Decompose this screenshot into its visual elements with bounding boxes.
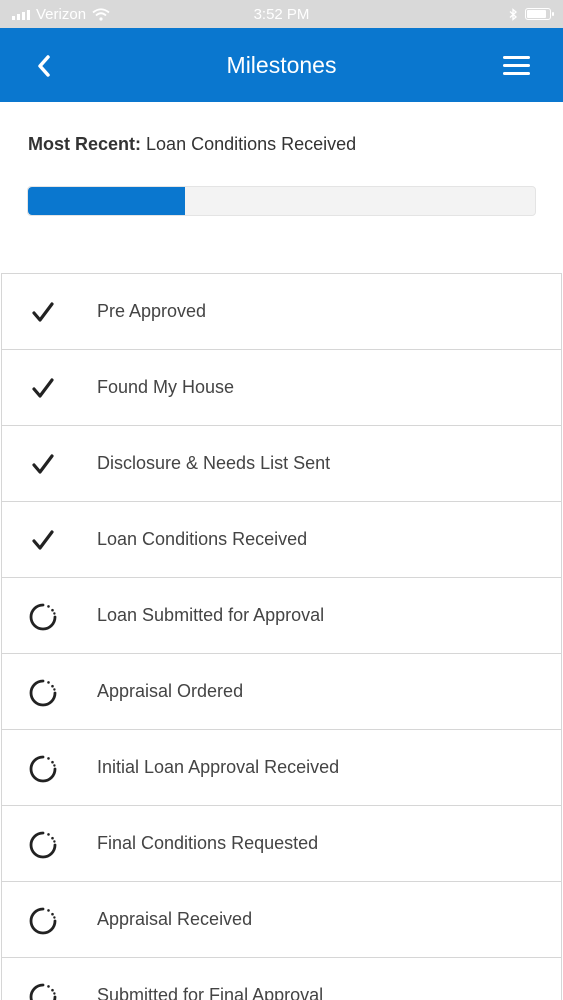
- milestone-label: Initial Loan Approval Received: [97, 757, 340, 777]
- checkmark-icon: [28, 374, 58, 404]
- nav-bar: Milestones: [0, 28, 563, 102]
- chevron-left-icon: [38, 55, 50, 77]
- milestone-item[interactable]: Appraisal Ordered: [1, 654, 562, 730]
- most-recent-value: Loan Conditions Received: [146, 134, 357, 154]
- milestone-label: Loan Conditions Received: [97, 529, 308, 549]
- status-left: Verizon: [12, 6, 110, 23]
- pending-spinner-icon: [28, 602, 58, 632]
- progress-bar: [27, 186, 536, 216]
- pending-spinner-icon: [28, 982, 58, 1000]
- status-bar: Verizon 3:52 PM: [0, 0, 563, 28]
- milestone-label: Appraisal Ordered: [97, 681, 244, 701]
- signal-icon: [12, 8, 30, 20]
- milestone-label: Found My House: [97, 377, 235, 397]
- pending-spinner-icon: [28, 678, 58, 708]
- checkmark-icon: [28, 450, 58, 480]
- checkmark-icon: [28, 526, 58, 556]
- milestone-item[interactable]: Initial Loan Approval Received: [1, 730, 562, 806]
- milestone-label: Appraisal Received: [97, 909, 253, 929]
- battery-icon: [525, 8, 554, 20]
- milestone-list: Pre Approved Found My House Disclosure & N…: [1, 273, 562, 1000]
- milestone-label: Disclosure & Needs List Sent: [97, 453, 331, 473]
- menu-button[interactable]: [503, 50, 535, 80]
- pending-spinner-icon: [28, 906, 58, 936]
- most-recent-label: Most Recent:: [28, 134, 142, 154]
- milestone-item[interactable]: Pre Approved: [1, 274, 562, 350]
- page-title: Milestones: [226, 51, 337, 78]
- back-button[interactable]: [26, 48, 62, 84]
- milestone-label: Pre Approved: [97, 301, 207, 321]
- milestone-item[interactable]: Appraisal Received: [1, 882, 562, 958]
- milestone-item[interactable]: Submitted for Final Approval: [1, 958, 562, 1000]
- progress-fill: [28, 187, 186, 215]
- bluetooth-icon: [509, 7, 517, 21]
- milestone-item[interactable]: Loan Submitted for Approval: [1, 578, 562, 654]
- pending-spinner-icon: [28, 830, 58, 860]
- milestone-label: Final Conditions Requested: [97, 833, 319, 853]
- milestone-label: Submitted for Final Approval: [97, 985, 324, 1000]
- milestone-label: Loan Submitted for Approval: [97, 605, 325, 625]
- most-recent-summary: Most Recent: Loan Conditions Received: [28, 134, 356, 155]
- pending-spinner-icon: [28, 754, 58, 784]
- checkmark-icon: [28, 298, 58, 328]
- milestone-item[interactable]: Disclosure & Needs List Sent: [1, 426, 562, 502]
- carrier-name: Verizon: [36, 5, 87, 23]
- wifi-icon: [92, 7, 110, 21]
- milestone-item[interactable]: Final Conditions Requested: [1, 806, 562, 882]
- milestone-item[interactable]: Found My House: [1, 350, 562, 426]
- hamburger-icon: [503, 55, 530, 59]
- status-right: [509, 7, 554, 21]
- milestone-item[interactable]: Loan Conditions Received: [1, 502, 562, 578]
